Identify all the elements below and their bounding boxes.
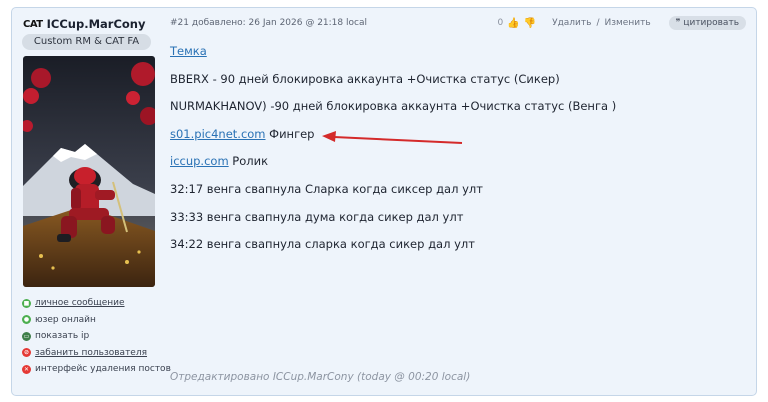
action-delete-interface[interactable]: ✕ интерфейс удаления постов	[22, 361, 171, 378]
link-caption: Ролик	[228, 154, 269, 169]
post-controls: 0 👍 👎 Удалить / Изменить ❞ цитировать	[497, 16, 746, 30]
post-line: 34:22 венга свапнула сларка когда сикер …	[170, 237, 475, 252]
edited-note: Отредактировано ICCup.MarCony (today @ 0…	[170, 371, 471, 383]
link-caption: Фингер	[265, 126, 315, 141]
action-label[interactable]: интерфейс удаления постов	[35, 364, 171, 374]
edit-link[interactable]: Изменить	[605, 18, 651, 28]
forum-post: CAT ICCup.MarCony Custom RM & CAT FA ■ л…	[11, 7, 757, 396]
user-badge: Custom RM & CAT FA	[22, 34, 151, 50]
iccup-link[interactable]: iccup.com	[170, 154, 229, 168]
avatar-image	[23, 56, 155, 287]
post-line-topic: Темка	[170, 44, 616, 72]
author-actions: ■ личное сообщение ● юзер онлайн ▭ показ…	[22, 295, 171, 378]
topic-link[interactable]: Темка	[170, 44, 207, 58]
post-line: BBERX - 90 дней блокировка аккаунта +Очи…	[170, 71, 560, 86]
thumbs-up-icon[interactable]: 👍	[507, 18, 519, 29]
ban-icon: ⊘	[22, 348, 31, 358]
separator: /	[596, 18, 600, 28]
quote-label: цитировать	[683, 18, 739, 28]
post-line: NURMAKHANOV) -90 дней блокировка аккаунт…	[170, 99, 617, 114]
author-panel: CAT ICCup.MarCony Custom RM & CAT FA ■ л…	[12, 8, 172, 395]
post-meta: #21 добавлено: 26 Jan 2026 @ 21:18 local	[170, 18, 367, 28]
thumbs-down-icon[interactable]: 👎	[524, 18, 536, 29]
post-content: Темка BBERX - 90 дней блокировка аккаунт…	[170, 44, 616, 265]
action-ban-user[interactable]: ⊘ забанить пользователя	[22, 345, 171, 362]
post-line: 32:17 венга свапнула Сларка когда сиксер…	[170, 181, 483, 196]
post-line-screenshot: s01.pic4net.com Фингер	[170, 127, 616, 155]
post-main: #21 добавлено: 26 Jan 2026 @ 21:18 local…	[170, 8, 756, 395]
rating-count: 0	[497, 18, 504, 28]
quote-button[interactable]: ❞ цитировать	[668, 16, 746, 30]
status-online: ● юзер онлайн	[22, 312, 171, 329]
author-name[interactable]: ICCup.MarCony	[47, 17, 146, 31]
action-label: юзер онлайн	[35, 314, 96, 325]
action-label[interactable]: забанить пользователя	[35, 348, 147, 358]
post-line-replay: iccup.com Ролик	[170, 154, 616, 182]
quote-icon: ❞	[675, 18, 681, 28]
online-icon: ●	[22, 315, 31, 325]
action-private-message[interactable]: ■ личное сообщение	[22, 295, 171, 312]
avatar	[23, 56, 155, 287]
monitor-icon: ▭	[22, 331, 31, 341]
clan-tag: CAT	[23, 18, 43, 30]
delete-icon: ✕	[22, 364, 31, 374]
author-row: CAT ICCup.MarCony	[23, 17, 145, 31]
message-icon: ■	[22, 298, 31, 308]
action-show-ip[interactable]: ▭ показать ip	[22, 328, 171, 345]
action-label[interactable]: показать ip	[35, 331, 89, 341]
post-line: 33:33 венга свапнула дума когда сикер да…	[170, 209, 464, 224]
pic4net-link[interactable]: s01.pic4net.com	[170, 127, 266, 141]
action-label[interactable]: личное сообщение	[35, 298, 125, 308]
delete-link[interactable]: Удалить	[552, 18, 591, 28]
